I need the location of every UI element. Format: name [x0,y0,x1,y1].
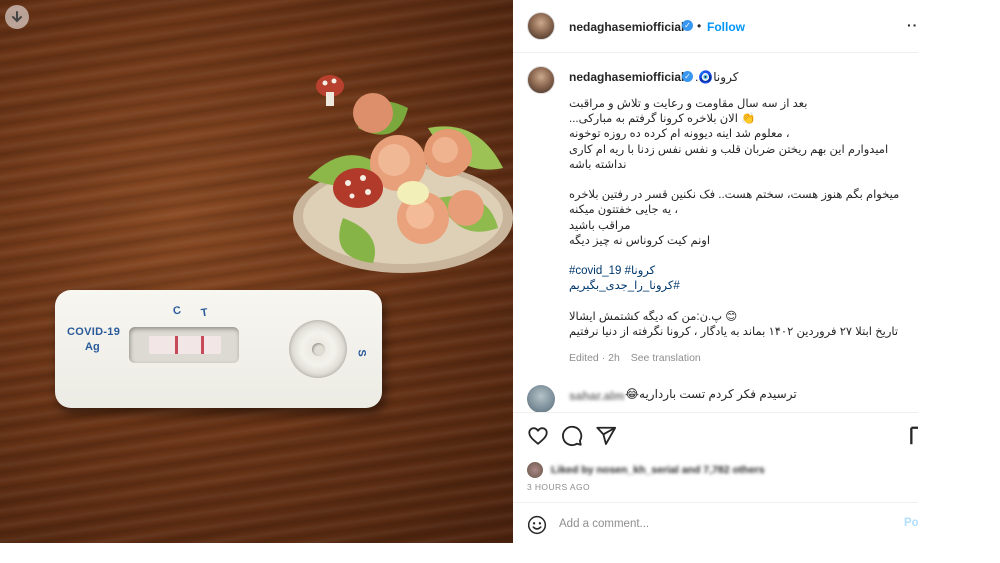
hashtag-link[interactable]: #covid_19 #کرونا [569,264,905,279]
edited-timestamp: Edited · 2h [569,352,620,364]
arrow-down-icon [12,11,22,23]
instagram-post-dialog: COVID-19 Ag C T S nedaghasemiofficial ✓ … [0,0,1000,563]
caption-line: اونم کیت کروناس نه چیز دیگه [569,234,711,247]
kit-sample-mark: S [355,349,368,357]
kit-label-ag: Ag [85,341,100,353]
caption-line: مراقب باشید [569,219,631,232]
post-header: nedaghasemiofficial ✓ • Follow ··· [513,0,923,53]
avatar[interactable] [527,12,555,40]
comment-username[interactable]: sahar.alm [569,389,624,403]
download-icon[interactable] [5,5,29,29]
see-translation-link[interactable]: See translation [631,352,701,364]
kit-label: COVID-19 [67,326,121,338]
verified-badge-icon: ✓ [682,71,693,82]
comment-input[interactable] [559,515,889,533]
kit-test-line [201,336,204,354]
comment-avatar[interactable] [527,385,555,413]
caption-gap [569,249,905,264]
post-side-panel: nedaghasemiofficial ✓ • Follow ··· nedag… [513,0,929,543]
caption-title: کرونا🧿. [695,70,739,84]
page-background [918,0,1000,563]
verified-badge-icon: ✓ [682,20,693,31]
kit-sample-hole [312,343,325,356]
comment-text: ترسیدم فکر کردم تست بارداریه😂 [625,387,797,401]
caption-username[interactable]: nedaghasemiofficial [569,70,684,84]
post-photo[interactable]: COVID-19 Ag C T S [0,0,513,543]
flower-arrangement [293,75,513,273]
caption-line: امیدوارم این بهم ریختن ضربان قلب و نفس ن… [569,143,889,156]
emoji-icon[interactable] [527,515,547,535]
caption-line: 👏 الان بلاخره کرونا گرفتم به مبارکی... [569,113,756,126]
likes-count[interactable]: Liked by nosen_kh_serial and 7,782 other… [551,464,765,476]
caption-meta: Edited · 2h See translation [569,352,709,364]
heart-icon[interactable] [527,425,549,447]
caption-avatar[interactable] [527,66,555,94]
kit-strip [149,336,221,354]
page-background-bottom [0,543,1000,563]
send-icon[interactable] [595,425,617,447]
kit-control-mark: C [172,304,182,318]
caption-gap [569,173,905,188]
follow-button[interactable]: Follow [707,20,745,34]
header-username[interactable]: nedaghasemiofficial [569,20,684,34]
post-timestamp[interactable]: 3 HOURS AGO [527,482,590,492]
caption-line: ، معلوم شد اینه دیوونه ام کرده ده روزه ت… [569,128,790,141]
caption-line: تاریخ ابتلا ۲۷ فروردین ۱۴۰۲ بماند به یاد… [569,325,899,338]
caption-text: بعد از سه سال مقاومت و رعایت و تلاش و مر… [569,97,905,340]
caption-line: نداشته باشه [569,158,627,171]
caption-line: میخوام بگم هنوز هست، سختم هست.. فک نکنین… [569,189,900,202]
kit-control-line [175,336,178,354]
caption-line: 😊 پ.ن:من که دیگه کشتمش ایشالا [569,310,738,323]
kit-test-mark: T [200,306,209,320]
caption-line: ، یه جایی خفتتون میکنه [569,204,679,217]
action-bar [513,412,921,456]
caption-line: بعد از سه سال مقاومت و رعایت و تلاش و مر… [569,98,808,110]
separator-dot: • [697,19,702,33]
liker-avatar[interactable] [527,462,543,478]
hashtag-link[interactable]: #کرونا_را_جدی_بگیریم [569,279,905,294]
caption-gap [569,294,905,309]
add-comment-bar: Post [513,502,929,543]
covid-test-kit: COVID-19 Ag C T S [55,290,382,408]
comment-icon[interactable] [561,425,583,447]
